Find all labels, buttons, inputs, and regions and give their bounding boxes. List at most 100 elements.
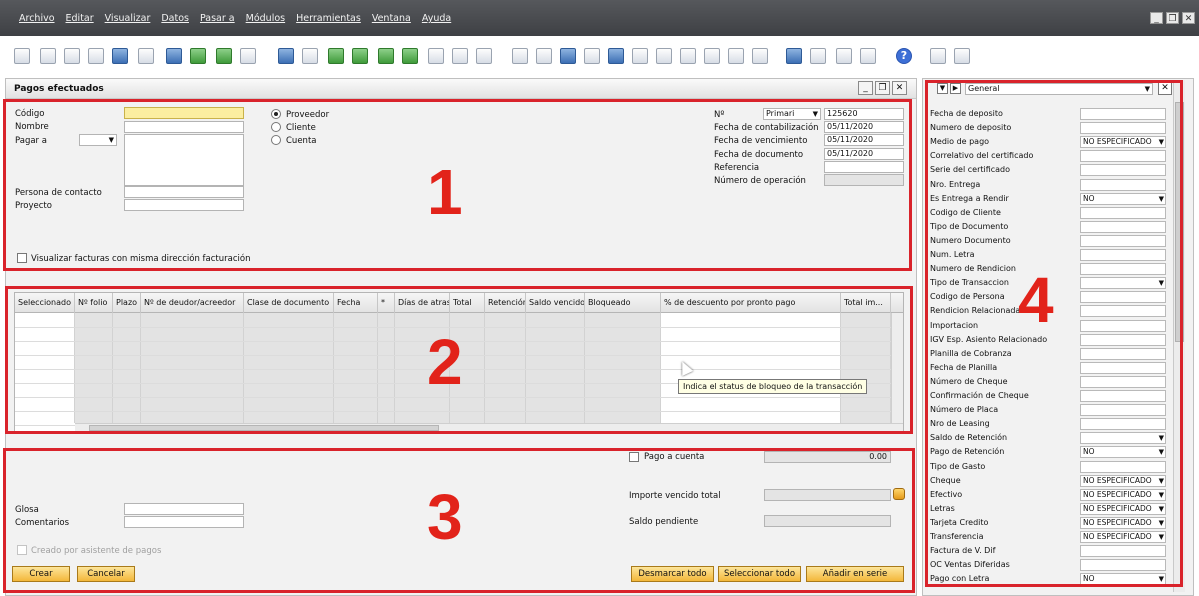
pagar-a-address[interactable] xyxy=(124,134,244,186)
word-icon[interactable] xyxy=(166,48,182,64)
currency-icon[interactable] xyxy=(893,488,905,500)
grid-column-header[interactable]: Bloqueado xyxy=(585,293,661,313)
side-field-value[interactable] xyxy=(1080,164,1166,177)
numero-operacion-input[interactable] xyxy=(824,174,904,186)
target-document-icon[interactable] xyxy=(536,48,552,64)
persona-contacto-input[interactable] xyxy=(124,186,244,198)
proyecto-input[interactable] xyxy=(124,199,244,211)
filter-icon[interactable] xyxy=(240,48,256,64)
side-field-value[interactable] xyxy=(1080,291,1166,304)
side-field-value[interactable]: NO ▼ xyxy=(1080,192,1166,205)
minimize-icon[interactable]: _ xyxy=(858,81,873,95)
calculator-icon[interactable] xyxy=(836,48,852,64)
menu-item[interactable]: Módulos xyxy=(246,13,285,24)
email-icon[interactable] xyxy=(64,48,80,64)
menu-item[interactable]: Ayuda xyxy=(422,13,451,24)
side-field-value[interactable] xyxy=(1080,460,1166,473)
pagar-a-select[interactable]: ▼ xyxy=(79,134,117,146)
scrollbar-thumb[interactable] xyxy=(89,425,439,431)
approve-icon[interactable] xyxy=(704,48,720,64)
side-field-value[interactable] xyxy=(1080,390,1166,402)
cuenta-radio[interactable] xyxy=(271,135,281,145)
side-field-value[interactable] xyxy=(1080,122,1166,135)
excel-icon[interactable] xyxy=(112,48,128,64)
window-icon[interactable] xyxy=(930,48,946,64)
table-icon[interactable] xyxy=(786,48,802,64)
close-icon[interactable]: ✕ xyxy=(1158,82,1172,95)
previous-record-icon[interactable] xyxy=(352,48,368,64)
document-icon[interactable] xyxy=(728,48,744,64)
find-icon[interactable] xyxy=(278,48,294,64)
launch-icon[interactable] xyxy=(190,48,206,64)
side-field-value[interactable] xyxy=(1080,319,1166,332)
settings-icon[interactable] xyxy=(656,48,672,64)
grid-column-header[interactable]: Retención xyxy=(485,293,526,313)
gross-profit-icon[interactable] xyxy=(584,48,600,64)
menu-item[interactable]: Pasar a xyxy=(200,13,235,24)
side-field-value[interactable] xyxy=(1080,375,1166,388)
glosa-input[interactable] xyxy=(124,503,244,515)
fecha-contabilizacion-input[interactable]: 05/11/2020 xyxy=(824,121,904,133)
menu-item[interactable]: Editar xyxy=(66,13,94,24)
maximize-icon[interactable]: ❐ xyxy=(875,81,890,95)
category-select[interactable]: General ▼ xyxy=(965,83,1153,95)
side-field-value[interactable] xyxy=(1080,305,1166,318)
grid-column-header[interactable]: Saldo vencido xyxy=(526,293,585,313)
side-field-value[interactable] xyxy=(1080,361,1166,374)
vertical-scrollbar[interactable] xyxy=(891,313,903,423)
series-select[interactable]: Primari ▼ xyxy=(763,108,821,120)
query-icon[interactable] xyxy=(680,48,696,64)
last-record-icon[interactable] xyxy=(402,48,418,64)
grid-column-header[interactable]: Fecha xyxy=(334,293,378,313)
side-field-value[interactable] xyxy=(1080,404,1166,417)
grid-column-header[interactable]: Total im... xyxy=(841,293,891,313)
side-field-value[interactable]: NO ▼ xyxy=(1080,573,1166,586)
side-field-value[interactable]: ▼ xyxy=(1080,277,1166,290)
next-record-icon[interactable] xyxy=(378,48,394,64)
fecha-vencimiento-input[interactable]: 05/11/2020 xyxy=(824,134,904,146)
menu-item[interactable]: Herramientas xyxy=(296,13,361,24)
help-icon[interactable]: ? xyxy=(896,48,912,64)
funnel-icon[interactable] xyxy=(452,48,468,64)
side-field-value[interactable] xyxy=(1080,108,1166,120)
print-icon[interactable] xyxy=(40,48,56,64)
side-field-value[interactable]: NO ESPECIFICADO ▼ xyxy=(1080,531,1166,543)
document-number[interactable]: 125620 xyxy=(824,108,904,120)
side-field-value[interactable] xyxy=(1080,333,1166,346)
dropdown-icon[interactable]: ▼ xyxy=(937,83,948,94)
side-field-value[interactable]: NO ESPECIFICADO ▼ xyxy=(1080,488,1166,501)
side-field-value[interactable] xyxy=(1080,206,1166,219)
nombre-input[interactable] xyxy=(124,121,244,133)
payment-icon[interactable] xyxy=(608,48,624,64)
codigo-input[interactable] xyxy=(124,107,244,119)
desmarcar-todo-button[interactable]: Desmarcar todo xyxy=(631,566,714,582)
grid-column-header[interactable]: Total xyxy=(450,293,485,313)
referencia-input[interactable] xyxy=(824,161,904,173)
fecha-documento-input[interactable]: 05/11/2020 xyxy=(824,148,904,160)
refresh-icon[interactable] xyxy=(428,48,444,64)
side-field-value[interactable]: NO ESPECIFICADO ▼ xyxy=(1080,474,1166,487)
chevron-right-icon[interactable]: ▶ xyxy=(950,83,961,94)
edit-icon[interactable] xyxy=(752,48,768,64)
importe-vencido-input[interactable] xyxy=(764,489,891,501)
menu-item[interactable]: Archivo xyxy=(19,13,55,24)
grid-column-header[interactable]: Nº de deudor/acreedor xyxy=(141,293,244,313)
side-field-value[interactable] xyxy=(1080,545,1166,558)
menu-item[interactable]: Visualizar xyxy=(105,13,151,24)
horizontal-scrollbar[interactable] xyxy=(75,423,903,431)
export-icon[interactable] xyxy=(88,48,104,64)
layout-icon[interactable] xyxy=(632,48,648,64)
pago-a-cuenta-value[interactable]: 0.00 xyxy=(764,451,891,463)
close-icon[interactable]: ✕ xyxy=(892,81,907,95)
add-icon[interactable] xyxy=(302,48,318,64)
minimize-icon[interactable]: _ xyxy=(1150,12,1163,24)
menu-item[interactable]: Ventana xyxy=(372,13,411,24)
side-field-value[interactable]: NO ESPECIFICADO ▼ xyxy=(1080,136,1166,149)
journal-icon[interactable] xyxy=(560,48,576,64)
grid-column-header[interactable]: Nº folio xyxy=(75,293,113,313)
side-field-value[interactable]: NO ESPECIFICADO ▼ xyxy=(1080,516,1166,529)
grid-column-header[interactable]: * xyxy=(378,293,395,313)
table-row[interactable] xyxy=(15,411,891,412)
cancelar-button[interactable]: Cancelar xyxy=(77,566,135,582)
menu-item[interactable]: Datos xyxy=(161,13,189,24)
